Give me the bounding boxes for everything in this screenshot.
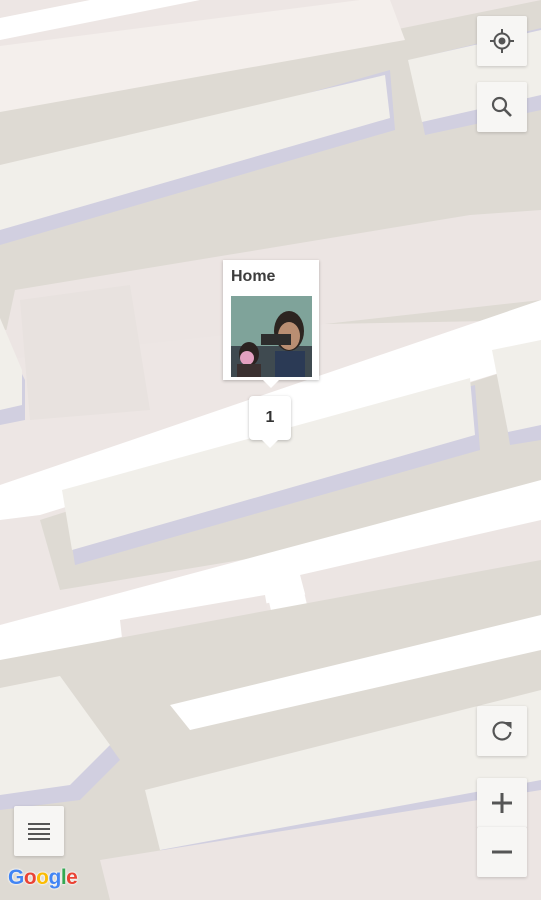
zoom-out-button[interactable] — [477, 827, 527, 877]
menu-button[interactable] — [14, 806, 64, 856]
menu-icon — [28, 823, 50, 840]
search-button[interactable] — [477, 82, 527, 132]
refresh-icon — [492, 721, 512, 741]
google-logo-letter: o — [36, 866, 49, 889]
map-canvas[interactable] — [0, 0, 541, 900]
minus-icon — [492, 850, 512, 854]
plus-icon — [492, 793, 512, 813]
zoom-in-button[interactable] — [477, 778, 527, 828]
place-marker-card[interactable]: Home — [223, 260, 319, 388]
google-logo-letter: o — [23, 866, 37, 889]
google-logo-letter: e — [66, 866, 78, 889]
my-location-icon — [490, 29, 514, 53]
refresh-button[interactable] — [477, 706, 527, 756]
google-logo-letter: G — [8, 866, 24, 889]
courtyard — [20, 285, 150, 420]
marker-title: Home — [231, 268, 276, 285]
google-logo-letter: g — [48, 866, 62, 889]
google-logo: Google — [8, 866, 78, 890]
marker-photo — [231, 296, 312, 377]
my-location-button[interactable] — [477, 16, 527, 66]
person-photo-icon — [231, 296, 312, 377]
search-icon — [491, 96, 512, 117]
cluster-count-badge[interactable]: 1 — [249, 396, 291, 448]
